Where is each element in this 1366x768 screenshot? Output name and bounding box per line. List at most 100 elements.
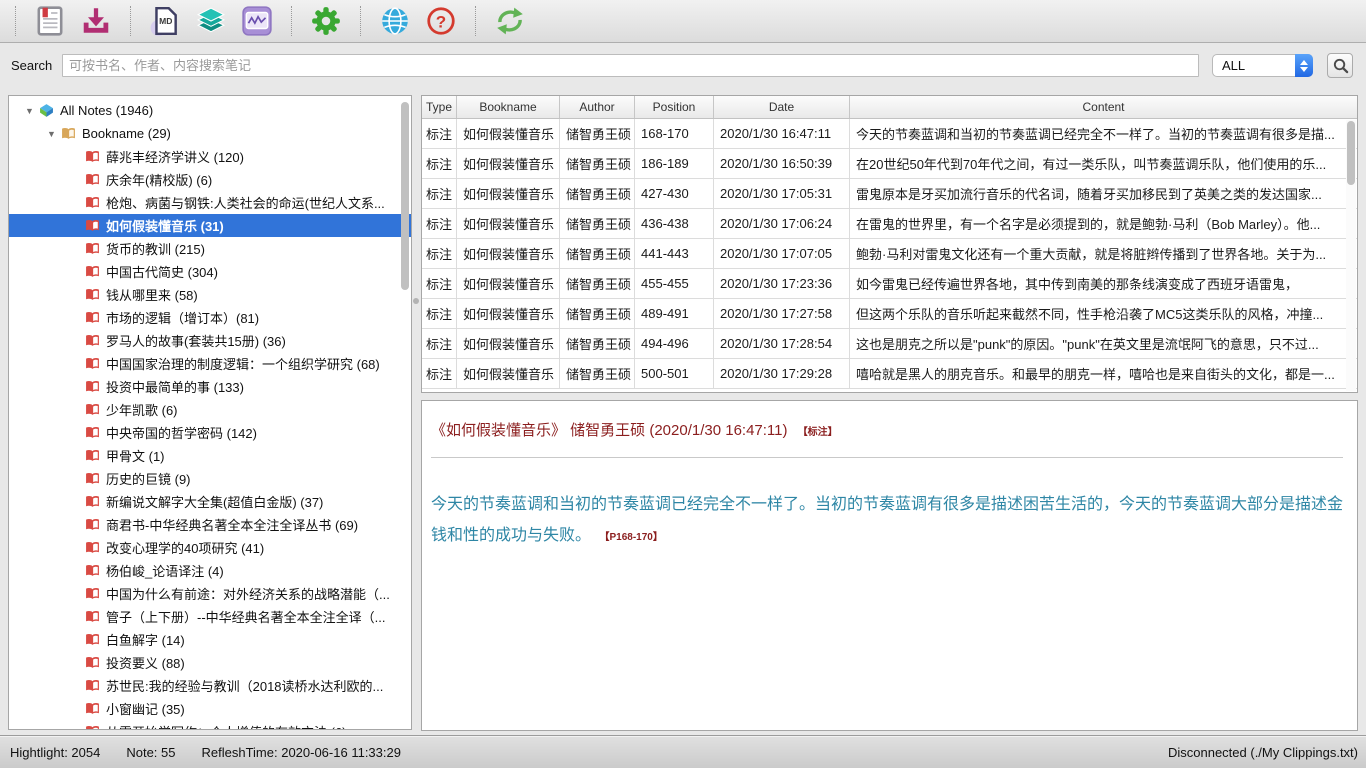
sidebar-item[interactable]: ▼	[9, 260, 411, 283]
sidebar-item[interactable]: ▼	[9, 536, 411, 559]
sidebar-item[interactable]: ▼	[9, 444, 411, 467]
sidebar-item[interactable]: ▼	[9, 467, 411, 490]
statistics-button[interactable]	[240, 4, 274, 38]
status-bar: Hightlight: 2054 Note: 55 RefleshTime: 2…	[0, 735, 1366, 768]
sidebar-item[interactable]: ▼	[9, 674, 411, 697]
sidebar-item[interactable]: ▼	[9, 237, 411, 260]
cell-content: 但这两个乐队的音乐听起来截然不同，性手枪沿袭了MC5这类乐队的风格，冲撞...	[850, 299, 1357, 328]
column-header-position[interactable]: Position	[635, 96, 714, 118]
column-header-author[interactable]: Author	[560, 96, 635, 118]
search-label: Search	[11, 58, 52, 73]
sidebar-item[interactable]: ▼	[9, 697, 411, 720]
sidebar-item[interactable]: ▼	[9, 559, 411, 582]
table-row[interactable]: 标注 如何假装懂音乐 储智勇王硕 186-189 2020/1/30 16:50…	[422, 149, 1357, 179]
import-button[interactable]	[79, 4, 113, 38]
table-row[interactable]: 标注 如何假装懂音乐 储智勇王硕 436-438 2020/1/30 17:06…	[422, 209, 1357, 239]
cell-date: 2020/1/30 17:27:58	[714, 299, 850, 328]
search-go-button[interactable]	[1327, 53, 1353, 78]
settings-button[interactable]	[309, 4, 343, 38]
sidebar-item[interactable]: ▼	[9, 490, 411, 513]
globe-button[interactable]	[378, 4, 412, 38]
note-detail-panel: 《如何假装懂音乐》 储智勇王硕 (2020/1/30 16:47:11) 【标注…	[421, 400, 1358, 731]
table-scrollbar-thumb[interactable]	[1347, 121, 1355, 185]
filter-dropdown[interactable]: ALL	[1212, 54, 1313, 77]
sidebar-item[interactable]: ▼	[9, 352, 411, 375]
toolbar-separator	[291, 6, 292, 36]
book-icon	[85, 471, 100, 486]
notes-icon	[34, 5, 66, 37]
cell-content: 鲍勃·马利对雷鬼文化还有一个重大贡献，就是将脏辫传播到了世界各地。关于为...	[850, 239, 1357, 268]
cell-date: 2020/1/30 17:05:31	[714, 179, 850, 208]
sidebar-item[interactable]: ▼	[9, 214, 411, 237]
table-row[interactable]: 标注 如何假装懂音乐 储智勇王硕 441-443 2020/1/30 17:07…	[422, 239, 1357, 269]
sync-button[interactable]	[493, 4, 527, 38]
cell-position: 427-430	[635, 179, 714, 208]
notes-button[interactable]	[33, 4, 67, 38]
table-scrollbar[interactable]	[1346, 120, 1356, 391]
statistics-chart-icon	[241, 5, 273, 37]
cell-author: 储智勇王硕	[560, 359, 635, 388]
sidebar-item[interactable]: ▼	[9, 99, 411, 122]
cell-type: 标注	[422, 179, 457, 208]
cell-position: 441-443	[635, 239, 714, 268]
sidebar-scrollbar-thumb[interactable]	[401, 102, 409, 290]
sidebar-item-label: 投资要义 (88)	[106, 653, 185, 672]
note-detail-body: 今天的节奏蓝调和当初的节奏蓝调已经完全不一样了。当初的节奏蓝调有很多是描述困苦生…	[431, 489, 1343, 553]
column-header-date[interactable]: Date	[714, 96, 850, 118]
expand-arrow-icon[interactable]: ▼	[47, 129, 61, 139]
cell-date: 2020/1/30 16:50:39	[714, 149, 850, 178]
sidebar-item-label: 新编说文解字大全集(超值白金版) (37)	[106, 492, 323, 511]
sidebar-scrollbar[interactable]	[401, 100, 409, 724]
sidebar-item[interactable]: ▼	[9, 513, 411, 536]
expand-arrow-icon[interactable]: ▼	[25, 106, 39, 116]
sidebar-item-label: 中央帝国的哲学密码 (142)	[106, 423, 257, 442]
table-row[interactable]: 标注 如何假装懂音乐 储智勇王硕 489-491 2020/1/30 17:27…	[422, 299, 1357, 329]
column-header-content[interactable]: Content	[850, 96, 1357, 118]
sidebar-item[interactable]: ▼	[9, 306, 411, 329]
table-row[interactable]: 标注 如何假装懂音乐 储智勇王硕 455-455 2020/1/30 17:23…	[422, 269, 1357, 299]
layers-export-button[interactable]	[194, 4, 228, 38]
note-type-tag: 【标注】	[798, 427, 838, 438]
sidebar-item[interactable]: ▼	[9, 720, 411, 730]
sidebar-item[interactable]: ▼	[9, 168, 411, 191]
cell-type: 标注	[422, 149, 457, 178]
sidebar-item[interactable]: ▼	[9, 191, 411, 214]
status-refresh-time: RefleshTime: 2020-06-16 11:33:29	[202, 745, 401, 760]
cell-content: 在雷鬼的世界里，有一个名字是必须提到的，就是鲍勃·马利（Bob Marley）。…	[850, 209, 1357, 238]
table-row[interactable]: 标注 如何假装懂音乐 储智勇王硕 500-501 2020/1/30 17:29…	[422, 359, 1357, 389]
sidebar-item[interactable]: ▼	[9, 651, 411, 674]
column-header-bookname[interactable]: Bookname	[457, 96, 560, 118]
sidebar-item[interactable]: ▼	[9, 582, 411, 605]
markdown-export-button[interactable]: MD	[148, 4, 182, 38]
sidebar-item[interactable]: ▼	[9, 122, 411, 145]
sidebar-item[interactable]: ▼	[9, 329, 411, 352]
sidebar-item-label: 甲骨文 (1)	[106, 446, 165, 465]
sidebar-item-label: All Notes (1946)	[60, 103, 153, 118]
cell-content: 这也是朋克之所以是"punk"的原因。"punk"在英文里是流氓阿飞的意思，只不…	[850, 329, 1357, 358]
search-input[interactable]	[62, 54, 1199, 77]
table-row[interactable]: 标注 如何假装懂音乐 储智勇王硕 494-496 2020/1/30 17:28…	[422, 329, 1357, 359]
book-icon	[85, 701, 100, 716]
sidebar-item[interactable]: ▼	[9, 398, 411, 421]
sidebar-item[interactable]: ▼	[9, 421, 411, 444]
status-highlight-count: Hightlight: 2054	[10, 745, 100, 760]
column-header-type[interactable]: Type	[422, 96, 457, 118]
cell-bookname: 如何假装懂音乐	[457, 149, 560, 178]
splitter-handle[interactable]	[413, 298, 419, 304]
sidebar-item-label: 庆余年(精校版) (6)	[106, 170, 212, 189]
table-row[interactable]: 标注 如何假装懂音乐 储智勇王硕 168-170 2020/1/30 16:47…	[422, 119, 1357, 149]
cell-content: 雷鬼原本是牙买加流行音乐的代名词，随着牙买加移民到了英美之类的发达国家...	[850, 179, 1357, 208]
sidebar-item[interactable]: ▼	[9, 145, 411, 168]
sidebar-item-label: 枪炮、病菌与钢铁:人类社会的命运(世纪人文系...	[106, 193, 385, 212]
sidebar-item[interactable]: ▼	[9, 375, 411, 398]
sidebar-item[interactable]: ▼	[9, 283, 411, 306]
sidebar-item[interactable]: ▼	[9, 605, 411, 628]
sidebar-item-label: 少年凯歌 (6)	[106, 400, 178, 419]
help-button[interactable]: ?	[424, 4, 458, 38]
import-download-icon	[80, 5, 112, 37]
cell-type: 标注	[422, 299, 457, 328]
search-row: Search ALL	[0, 44, 1366, 88]
note-detail-title: 《如何假装懂音乐》 储智勇王硕 (2020/1/30 16:47:11) 【标注…	[431, 419, 1343, 440]
sidebar-item[interactable]: ▼	[9, 628, 411, 651]
table-row[interactable]: 标注 如何假装懂音乐 储智勇王硕 427-430 2020/1/30 17:05…	[422, 179, 1357, 209]
